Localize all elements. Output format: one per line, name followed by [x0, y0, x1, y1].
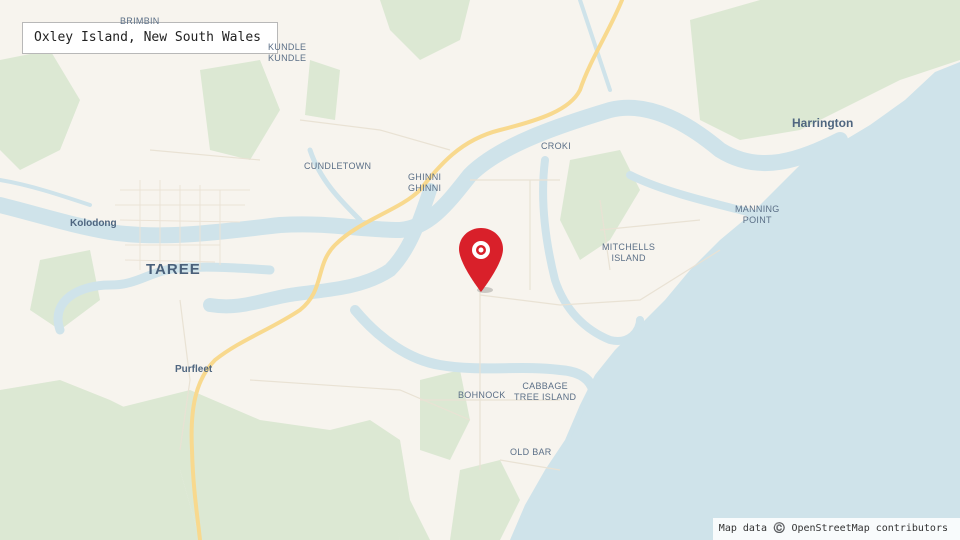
location-pin-icon[interactable]	[459, 228, 507, 298]
map-canvas[interactable]: Oxley Island, New South Wales BRIMBIN KU…	[0, 0, 960, 540]
forest-patch	[305, 60, 340, 120]
place-label-purfleet: Purfleet	[175, 364, 213, 375]
place-label-brimbin: BRIMBIN	[120, 16, 160, 26]
place-label-harrington: Harrington	[792, 116, 854, 130]
place-label-old-bar: OLD BAR	[510, 447, 552, 457]
place-label-manning-point: MANNING POINT	[735, 204, 780, 225]
place-label-kundle-kundle: KUNDLE KUNDLE	[268, 42, 307, 63]
place-label-cabbage-tree-island: CABBAGE TREE ISLAND	[514, 381, 577, 402]
place-label-mitchells-island: MITCHELLS ISLAND	[602, 242, 656, 263]
map-attribution[interactable]: Map data ©️ OpenStreetMap contributors	[712, 518, 960, 540]
place-label-taree: TAREE	[146, 261, 201, 278]
place-label-kolodong: Kolodong	[70, 218, 117, 229]
place-label-cundletown: CUNDLETOWN	[304, 161, 372, 171]
place-label-bohnock: BOHNOCK	[458, 390, 506, 400]
place-label-ghinni-ghinni: GHINNI GHINNI	[408, 172, 442, 193]
place-label-croki: CROKI	[541, 141, 572, 151]
